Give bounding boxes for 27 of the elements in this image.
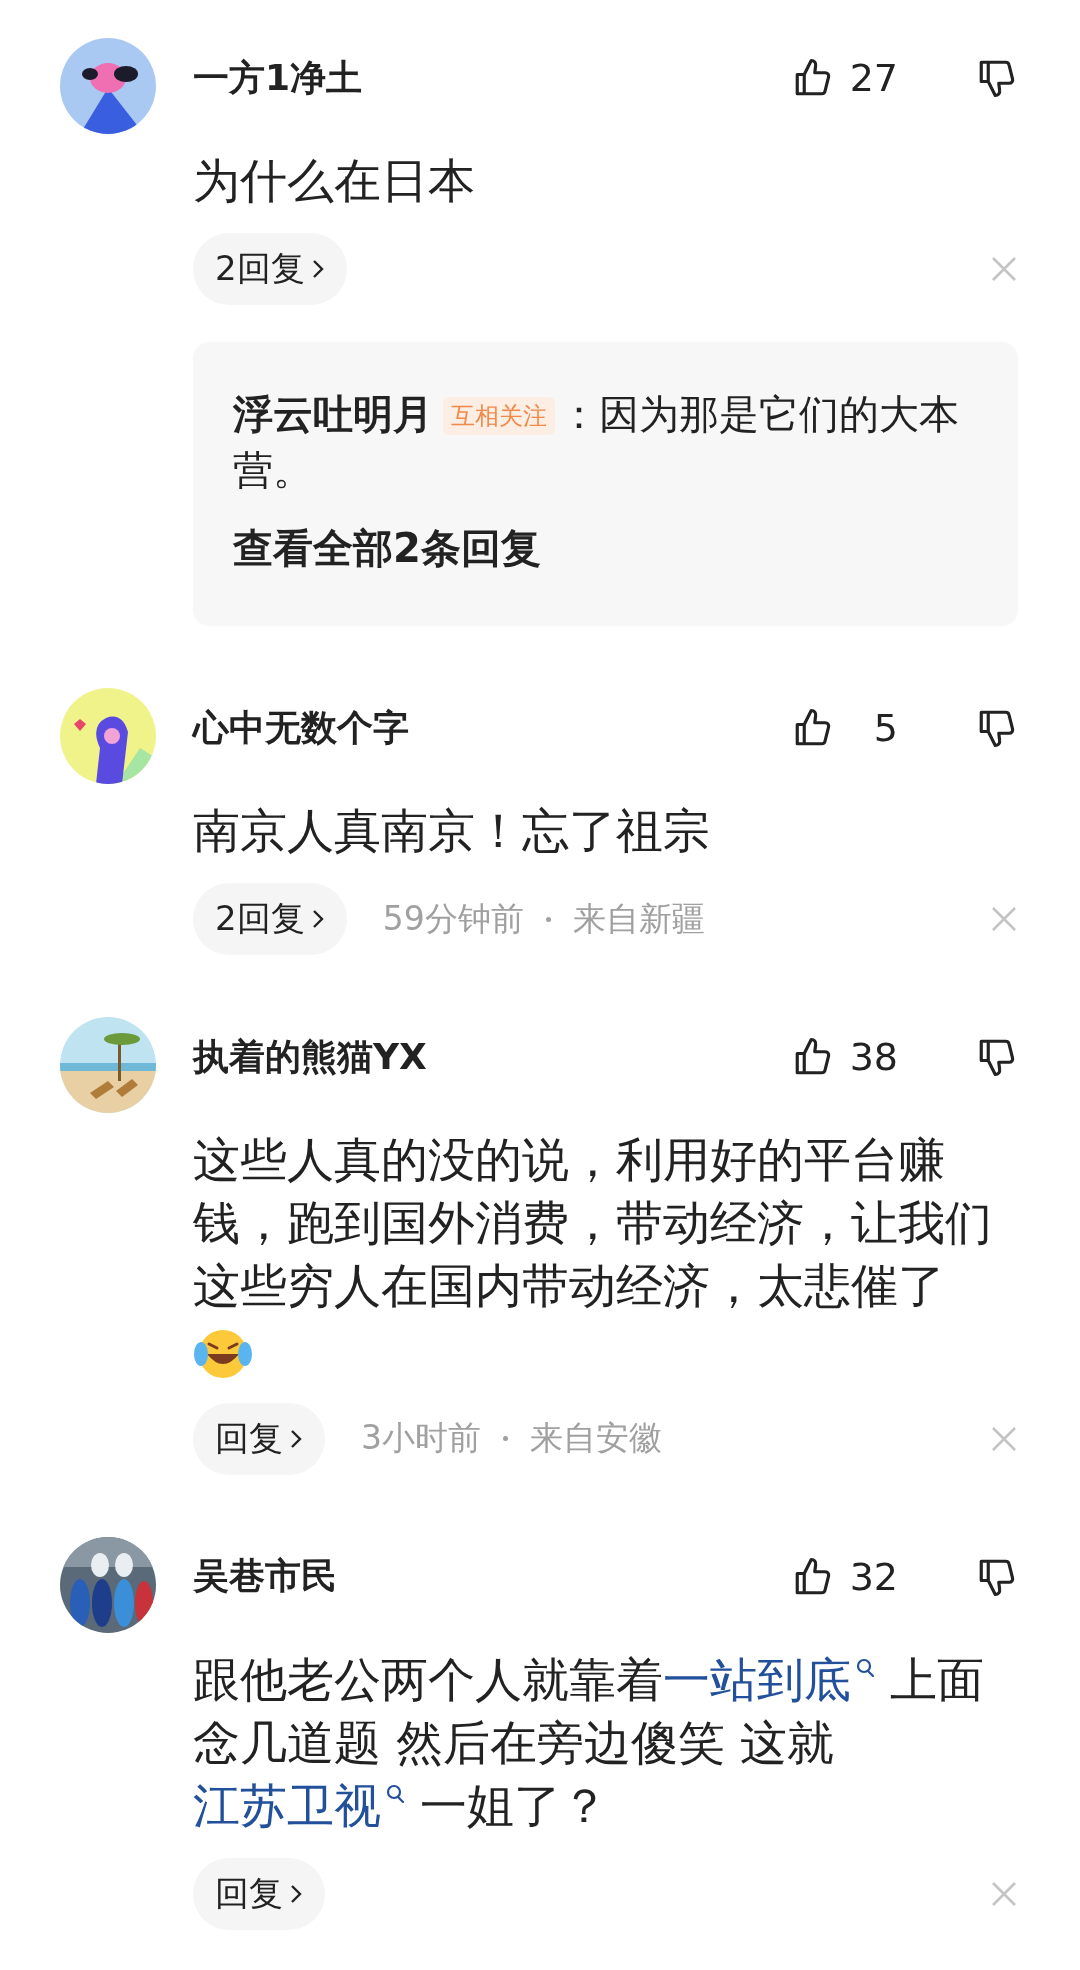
separator-dot-icon [545, 916, 551, 922]
reply-button[interactable]: 回复 [193, 1402, 325, 1475]
comment-text: 为什么在日本 [193, 152, 476, 210]
search-link[interactable]: 一站到底 [663, 1651, 875, 1707]
search-link[interactable]: 江苏卫视 [193, 1777, 405, 1833]
username[interactable]: 吴巷市民 [193, 1552, 792, 1601]
like-count: 32 [848, 1554, 898, 1599]
like-count: 38 [848, 1035, 898, 1079]
like-count: 5 [872, 706, 898, 750]
comment-text: 南京人真南京！忘了祖宗 [193, 802, 711, 860]
view-all-replies-link[interactable]: 查看全部2条回复 [233, 520, 541, 576]
comment-text: 跟他老公两个人就靠着一站到底 上面念几道题 然后在旁边傻笑 这就 江苏卫视 一姐了？ [193, 1650, 985, 1835]
timestamp: 59分钟前 [382, 897, 524, 940]
location: 来自安徽 [530, 1417, 662, 1459]
like-count: 27 [848, 56, 898, 100]
username[interactable]: 心中无数个字 [193, 703, 792, 753]
reply-button[interactable]: 2回复 [193, 233, 347, 305]
username[interactable]: 一方1净土 [193, 53, 792, 103]
reply-button[interactable]: 2回复 [193, 883, 347, 955]
timestamp: 3小时前 [361, 1417, 481, 1459]
reply-text: 浮云吐明月 互相关注 ：因为那是它们的大本营。 [233, 390, 960, 495]
separator-dot-icon [503, 1436, 508, 1441]
username[interactable]: 执着的熊猫YX [193, 1032, 792, 1082]
location: 来自新疆 [572, 897, 705, 940]
mutual-follow-badge: 互相关注 [443, 397, 555, 435]
comment-text: 这些人真的没的说，利用好的平台赚钱，跑到国外消费，带动经济，让我们这些穷人在国内带动经济，太悲催了 [193, 1128, 1018, 1382]
reply-button[interactable]: 回复 [193, 1857, 325, 1930]
